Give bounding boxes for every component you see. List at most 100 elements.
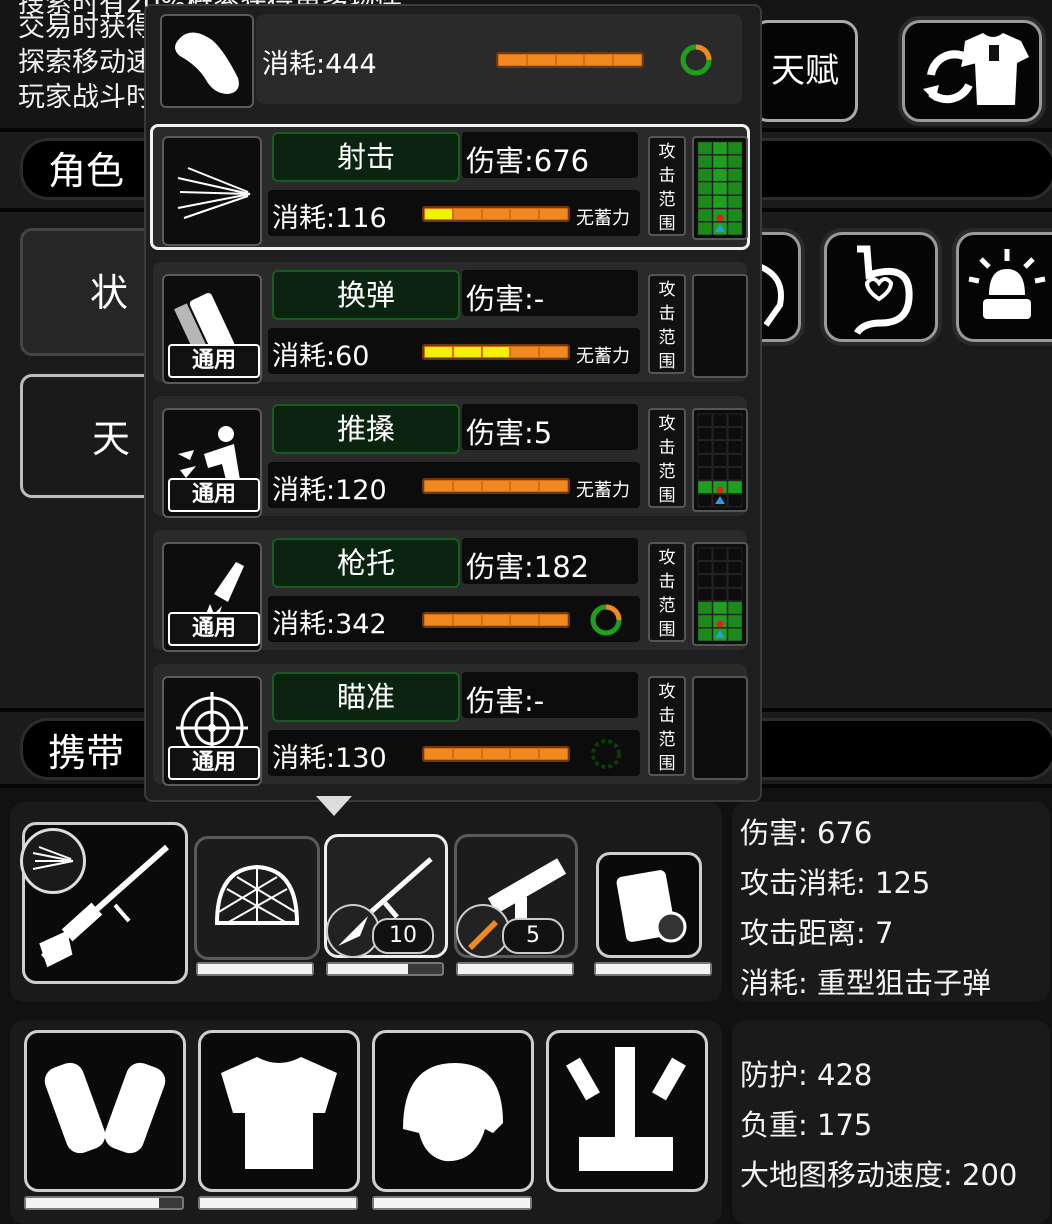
weapon-attack-range: 攻击距离: 7 [740,916,894,950]
skill-icon-box: 通用 [162,542,262,652]
range-label: 攻击范围 [648,408,686,508]
talent-button[interactable]: 天赋 [752,20,858,122]
range-grid [692,408,748,512]
heart-status-icon [754,262,784,327]
skill-icon-box: 通用 [162,274,262,384]
skill-cost: 消耗:130 [272,743,387,774]
skill-cost-bar [422,206,570,222]
skill-damage: 伤害:182 [466,550,590,584]
shoot-icon [177,167,251,219]
alarm-status-button[interactable] [956,232,1052,342]
weapon-attack-cost: 攻击消耗: 125 [740,866,931,900]
armor-protection: 防护: 428 [740,1058,873,1092]
common-tag: 通用 [168,344,260,378]
skill-damage: 伤害:- [466,684,545,718]
cooldown-ring [591,739,621,769]
weapon-damage: 伤害: 676 [740,816,873,850]
helmet-net-durability [196,962,314,976]
skill-cost-bar [422,612,570,628]
helmet-net-icon [214,864,300,925]
skill-cost: 消耗:60 [272,341,370,372]
popup-pointer [316,796,352,816]
range-grid [692,676,748,780]
map-move-speed: 大地图移动速度: 200 [740,1158,1018,1192]
arm-guard-slot[interactable] [24,1030,186,1192]
skill-damage: 伤害:- [466,282,545,316]
body-armor-icon [221,1057,337,1169]
skill-cost-bar [422,478,570,494]
tactical-rig-icon [566,1047,686,1171]
stomach-status-button[interactable] [824,232,938,342]
skill-icon-box: 通用 [162,676,262,786]
partial-status-button[interactable] [754,232,801,342]
move-icon-box [160,14,254,108]
talent-tab-label: 天 [92,417,131,461]
backpack-slot[interactable] [596,852,702,958]
range-grid [692,274,748,378]
siren-icon [968,249,1046,319]
skill-cost-bar [422,344,570,360]
talent-tab[interactable] [20,374,156,498]
skill-name: 换弹 [272,270,460,320]
charge-status: 无蓄力 [576,208,630,229]
footprint-icon [175,32,239,94]
skill-icon-box: 通用 [162,408,262,518]
range-grid [692,542,748,646]
move-cooldown-ring [680,44,712,76]
shoot-icon [32,846,74,870]
helmet-slot[interactable] [372,1030,534,1192]
skill-damage: 伤害:676 [466,144,590,178]
range-label: 攻击范围 [648,136,686,236]
skill-cost: 消耗:120 [272,475,387,506]
armor-weight: 负重: 175 [740,1108,873,1142]
range-label: 攻击范围 [648,542,686,642]
cooldown-ring [590,604,622,636]
skill-damage: 伤害:5 [466,416,553,450]
launcher-durability [456,962,574,976]
bayonet-icon [338,916,368,946]
role-section-title: 角色 [48,149,125,193]
rifle-ammo-count: 10 [372,918,434,954]
charge-status: 无蓄力 [576,480,630,501]
rifle-durability [326,962,444,976]
stomach-icon [853,245,913,336]
carry-section-title: 携带 [48,731,125,775]
launcher-ammo-count: 5 [502,918,564,954]
backpack-durability [594,962,712,976]
buff-line-2: 交易时获得 [18,12,153,43]
combat-helmet-icon [403,1063,503,1162]
rig-slot[interactable] [546,1030,708,1192]
skill-cost-bar [422,746,570,762]
backpack-icon [616,870,687,943]
body-armor-durability [198,1196,358,1210]
status-tab-label: 状 [90,271,129,315]
move-cost-bar [496,52,644,68]
skill-name: 射击 [272,132,460,182]
common-tag: 通用 [168,478,260,512]
active-skill-badge [20,828,86,894]
skill-name: 推搡 [272,404,460,454]
common-tag: 通用 [168,746,260,780]
shirt-swap-icon [923,33,1029,105]
skill-cost: 消耗:116 [272,203,387,234]
helmet-net-slot[interactable] [194,836,320,960]
change-outfit-button[interactable] [902,20,1042,122]
skill-icon-box [162,136,262,246]
body-armor-slot[interactable] [198,1030,360,1192]
arm-guards-icon [44,1062,166,1154]
buff-line-4: 玩家战斗时 [18,82,153,113]
move-cost: 消耗:444 [262,49,377,80]
weapon-ammo-type: 消耗: 重型狙击子弹 [740,966,991,1000]
skill-name: 瞄准 [272,672,460,722]
status-tab[interactable] [20,228,156,356]
range-label: 攻击范围 [648,676,686,776]
skill-name: 枪托 [272,538,460,588]
rocket-icon [468,920,498,950]
helmet-durability [372,1196,532,1210]
buff-line-3: 探索移动速 [18,47,153,78]
range-grid [692,136,748,240]
charge-status: 无蓄力 [576,346,630,367]
skill-cost: 消耗:342 [272,609,387,640]
range-label: 攻击范围 [648,274,686,374]
common-tag: 通用 [168,612,260,646]
